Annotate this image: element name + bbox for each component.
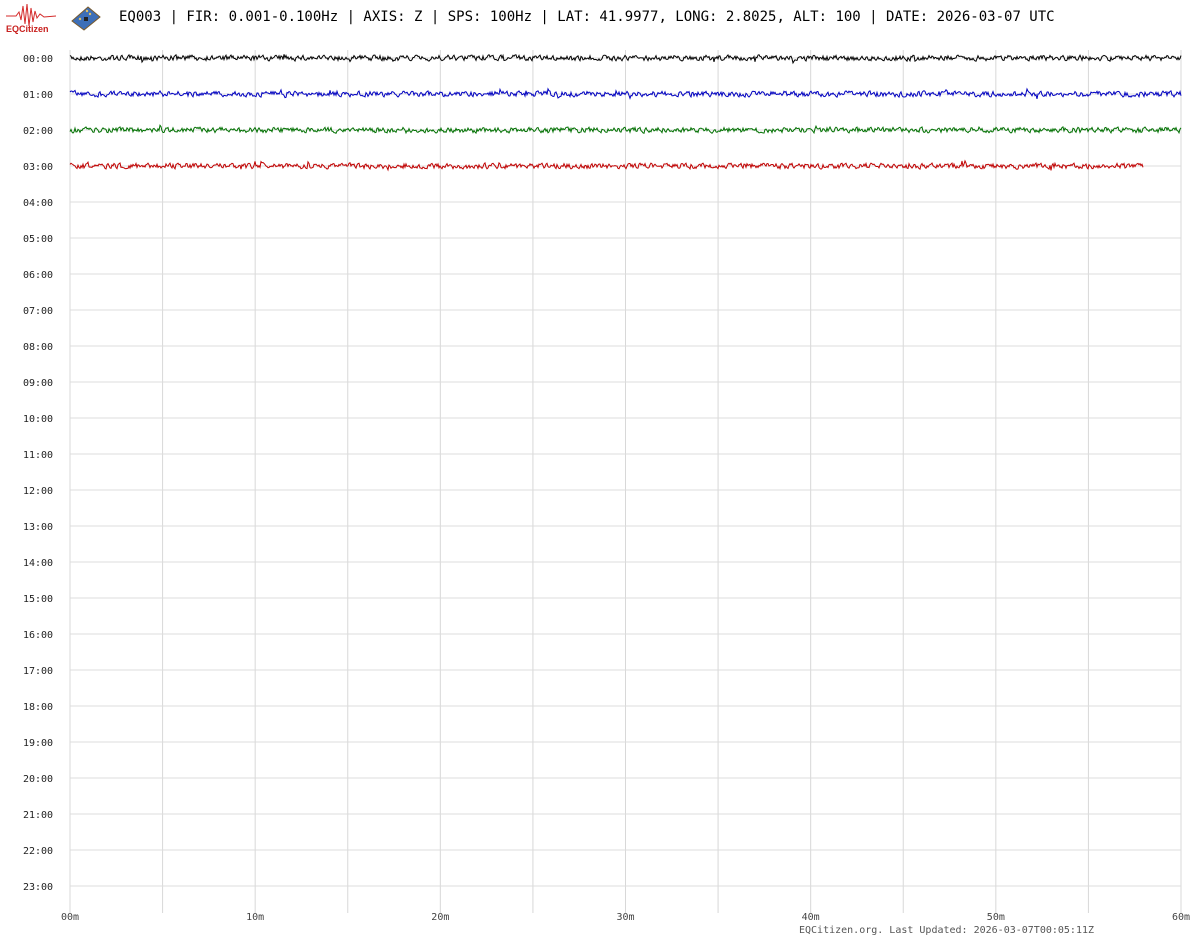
- hour-label: 09:00: [23, 378, 53, 389]
- hour-label: 10:00: [23, 414, 53, 425]
- x-tick-label: 00m: [61, 912, 79, 923]
- hour-label: 14:00: [23, 558, 53, 569]
- x-tick-label: 60m: [1172, 912, 1190, 923]
- hour-label: 00:00: [23, 54, 53, 65]
- hour-label: 02:00: [23, 126, 53, 137]
- hour-label: 11:00: [23, 450, 53, 461]
- hour-label: 04:00: [23, 198, 53, 209]
- hour-label: 17:00: [23, 666, 53, 677]
- hour-label: 21:00: [23, 810, 53, 821]
- hour-label: 20:00: [23, 774, 53, 785]
- x-tick-label: 30m: [616, 912, 634, 923]
- hour-label: 23:00: [23, 882, 53, 893]
- x-tick-label: 20m: [431, 912, 449, 923]
- hour-label: 07:00: [23, 306, 53, 317]
- hour-label: 16:00: [23, 630, 53, 641]
- hour-label: 19:00: [23, 738, 53, 749]
- hour-label: 12:00: [23, 486, 53, 497]
- hour-label: 18:00: [23, 702, 53, 713]
- hour-label: 22:00: [23, 846, 53, 857]
- hour-label: 01:00: [23, 90, 53, 101]
- hour-label: 05:00: [23, 234, 53, 245]
- hour-label: 15:00: [23, 594, 53, 605]
- last-updated-footer: EQCitizen.org. Last Updated: 2026-03-07T…: [799, 925, 1095, 936]
- helicorder-plot: 00:00 01:00 02:00 03:00 04:00 05:00 06:00 07:00…: [23, 50, 1190, 923]
- x-tick-label: 10m: [246, 912, 264, 923]
- hour-label: 13:00: [23, 522, 53, 533]
- hour-label: 06:00: [23, 270, 53, 281]
- hour-label: 08:00: [23, 342, 53, 353]
- x-tick-label: 40m: [802, 912, 820, 923]
- x-tick-label: 50m: [987, 912, 1005, 923]
- hour-label: 03:00: [23, 162, 53, 173]
